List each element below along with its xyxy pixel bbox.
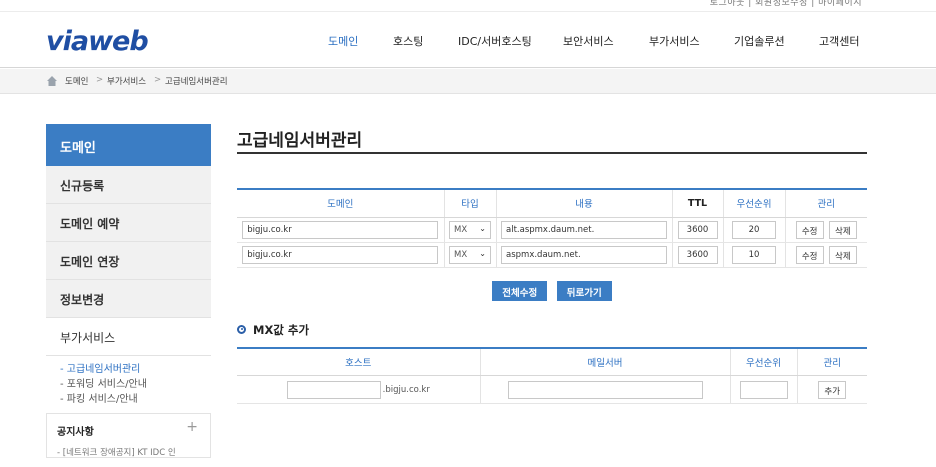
nav-security[interactable]: 보안서비스: [563, 33, 614, 49]
submenu-item-forwarding[interactable]: - 포워딩 서비스/안내: [60, 377, 211, 392]
edit-button[interactable]: 수정: [795, 220, 824, 239]
submenu-item-nameserver[interactable]: - 고급네임서버관리: [60, 362, 211, 377]
chevron-right-icon: >: [154, 75, 162, 85]
submenu-item-parking[interactable]: - 파킹 서비스/안내: [60, 392, 211, 407]
table-row: bigju.co.kr MX ⌄ alt.aspmx.daum.net. 3600…: [237, 217, 867, 243]
col-header-mailserver: 메일서버: [479, 347, 730, 376]
sidebar-submenu: - 고급네임서버관리 - 포워딩 서비스/안내 - 파킹 서비스/안내: [46, 356, 211, 407]
nav-enterprise[interactable]: 기업솔루션: [734, 33, 785, 49]
col-header-ttl: TTL: [671, 189, 723, 218]
content-field[interactable]: alt.aspmx.daum.net.: [501, 220, 667, 239]
add-button[interactable]: 추가: [818, 380, 847, 399]
delete-button[interactable]: 삭제: [829, 220, 857, 239]
domain-field[interactable]: bigju.co.kr: [242, 245, 439, 264]
plus-icon[interactable]: +: [186, 419, 198, 435]
top-utility-bar: 로그아웃 | 회원정보수정 | 마이페이지: [0, 0, 936, 12]
back-button[interactable]: 뒤로가기: [556, 280, 612, 301]
col-header-domain: 도메인: [237, 189, 444, 218]
ttl-field[interactable]: 3600: [677, 245, 718, 264]
home-icon[interactable]: [46, 75, 58, 87]
type-value: MX: [454, 249, 468, 260]
chevron-down-icon: ⌄: [479, 223, 486, 233]
page-title: 고급네임서버관리: [237, 124, 867, 154]
notice-title: 공지사항: [57, 427, 94, 438]
records-table: 도메인 타입 내용 TTL 우선순위 관리 bigju.co.kr MX ⌄ al…: [237, 188, 867, 268]
chevron-right-icon: >: [96, 75, 104, 85]
content-field[interactable]: aspmx.daum.net.: [501, 245, 667, 264]
type-select[interactable]: MX ⌄: [449, 245, 491, 264]
domain-suffix: .bigju.co.kr: [382, 384, 430, 395]
nav-addon[interactable]: 부가서비스: [649, 33, 700, 49]
priority-field[interactable]: 10: [732, 245, 776, 264]
sidebar-title[interactable]: 도메인: [46, 124, 211, 166]
bullet-icon: [237, 324, 246, 334]
sidebar-item-renew[interactable]: 도메인 연장: [46, 242, 211, 280]
nav-hosting[interactable]: 호스팅: [393, 33, 423, 49]
priority-input[interactable]: [739, 380, 788, 399]
col-header-priority: 우선순위: [729, 347, 797, 376]
notice-box: 공지사항 + - [네트워크 장애공지] KT IDC 인: [46, 413, 211, 458]
sidebar-item-reserve[interactable]: 도메인 예약: [46, 204, 211, 242]
sidebar: 도메인 신규등록 도메인 예약 도메인 연장 정보변경 부가서비스 - 고급네임…: [46, 124, 211, 458]
breadcrumb: 도메인 > 부가서비스 > 고급네임서버관리: [0, 69, 936, 94]
breadcrumb-item-addon[interactable]: 부가서비스: [107, 75, 146, 87]
mx-add-section-title: MX값 추가: [237, 322, 867, 338]
table-header-row: 호스트 메일서버 우선순위 관리: [237, 347, 867, 376]
sidebar-item-addon[interactable]: 부가서비스: [46, 318, 211, 356]
col-header-type: 타입: [443, 189, 496, 218]
mailserver-input[interactable]: [507, 380, 703, 399]
nav-idc[interactable]: IDC/서버호스팅: [458, 33, 532, 49]
chevron-down-icon: ⌄: [479, 248, 486, 258]
col-header-manage: 관리: [784, 189, 867, 218]
type-select[interactable]: MX ⌄: [449, 220, 491, 239]
utility-links[interactable]: 로그아웃 | 회원정보수정 | 마이페이지: [710, 0, 862, 8]
edit-button[interactable]: 수정: [795, 245, 824, 264]
sidebar-item-info-change[interactable]: 정보변경: [46, 280, 211, 318]
breadcrumb-item-domain[interactable]: 도메인: [65, 75, 88, 87]
host-input[interactable]: [286, 380, 381, 399]
mx-add-title-text: MX값 추가: [253, 322, 310, 337]
sidebar-item-register[interactable]: 신규등록: [46, 166, 211, 204]
header: viaweb 도메인 호스팅 IDC/서버호스팅 보안서비스 부가서비스 기업솔…: [0, 12, 936, 68]
table-row: .bigju.co.kr 추가: [237, 375, 867, 404]
main-content: 고급네임서버관리 도메인 타입 내용 TTL 우선순위 관리 bigju.co.…: [237, 124, 867, 404]
nav-support[interactable]: 고객센터: [819, 33, 859, 49]
type-value: MX: [454, 224, 468, 235]
table-header-row: 도메인 타입 내용 TTL 우선순위 관리: [237, 189, 867, 218]
table-row: bigju.co.kr MX ⌄ aspmx.daum.net. 3600 10 …: [237, 242, 867, 268]
notice-item[interactable]: - [네트워크 장애공지] KT IDC 인: [57, 446, 200, 458]
action-buttons: 전체수정 뒤로가기: [237, 280, 867, 303]
col-header-manage: 관리: [796, 347, 867, 376]
breadcrumb-item-current: 고급네임서버관리: [165, 77, 228, 87]
col-header-host: 호스트: [237, 347, 480, 376]
edit-all-button[interactable]: 전체수정: [492, 280, 548, 301]
col-header-priority: 우선순위: [722, 189, 785, 218]
domain-field[interactable]: bigju.co.kr: [242, 220, 439, 239]
ttl-field[interactable]: 3600: [677, 220, 718, 239]
priority-field[interactable]: 20: [732, 220, 776, 239]
col-header-content: 내용: [495, 189, 672, 218]
main-nav: 도메인 호스팅 IDC/서버호스팅 보안서비스 부가서비스 기업솔루션 고객센터: [0, 33, 936, 53]
delete-button[interactable]: 삭제: [829, 245, 857, 264]
mx-add-table: 호스트 메일서버 우선순위 관리 .bigju.co.kr 추가: [237, 346, 867, 404]
nav-domain[interactable]: 도메인: [328, 33, 358, 49]
